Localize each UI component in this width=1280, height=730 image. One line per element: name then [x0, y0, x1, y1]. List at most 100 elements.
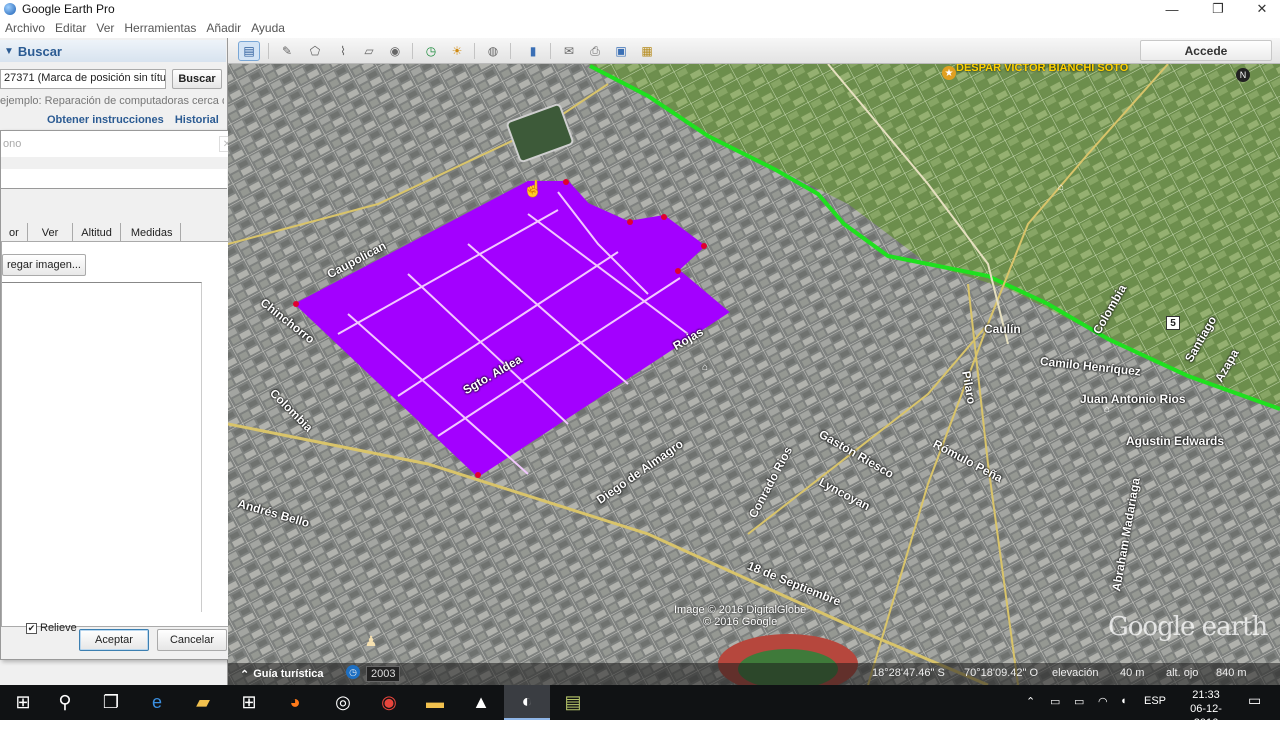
- save-image-icon[interactable]: ▣: [610, 41, 632, 61]
- toolbar-separator: [412, 43, 413, 59]
- chrome-icon[interactable]: ◉: [366, 685, 412, 720]
- tour-guide-label: Guía turística: [253, 668, 324, 680]
- map-view[interactable]: Caupolican Chinchorro Sgto. Aldea Rojas …: [228, 64, 1280, 685]
- record-tour-icon[interactable]: ◉: [384, 41, 406, 61]
- input-language[interactable]: ESP: [1144, 695, 1166, 707]
- search-button[interactable]: Buscar: [172, 69, 222, 89]
- tab-ver[interactable]: Ver: [28, 223, 74, 243]
- firefox-icon[interactable]: ◕: [272, 685, 318, 720]
- notes-icon[interactable]: ▬: [412, 685, 458, 720]
- toolbar-separator: [268, 43, 269, 59]
- tab-altitud[interactable]: Altitud: [73, 223, 121, 243]
- menu-anadir[interactable]: Añadir: [201, 21, 246, 35]
- terrain-checkbox[interactable]: ✔: [26, 622, 37, 634]
- menu-ayuda[interactable]: Ayuda: [246, 21, 290, 35]
- close-button[interactable]: ✕: [1242, 0, 1280, 18]
- maximize-button[interactable]: ❐: [1198, 0, 1238, 18]
- landmark-icon[interactable]: ⌂: [698, 360, 712, 374]
- description-pane: regar imagen...: [1, 241, 229, 627]
- historical-imagery-icon[interactable]: ◷: [346, 665, 360, 679]
- window-title: Google Earth Pro: [22, 2, 115, 16]
- search-panel-title: Buscar: [17, 43, 62, 59]
- photos-icon[interactable]: ▲: [458, 685, 504, 720]
- clock-time: 21:33: [1192, 689, 1220, 701]
- image-overlay-icon[interactable]: ▱: [358, 41, 380, 61]
- clock[interactable]: 21:33 06-12-2016: [1178, 688, 1234, 730]
- tour-guide-button[interactable]: ⌃ Guía turística: [232, 665, 332, 683]
- menu-editar[interactable]: Editar: [50, 21, 91, 35]
- history-link[interactable]: Historial: [175, 114, 219, 126]
- elevation-value: 40 m: [1120, 667, 1145, 679]
- sidebar-toggle-icon[interactable]: ▤: [238, 41, 260, 61]
- tray-icon[interactable]: ▭: [1050, 695, 1060, 708]
- menu-ver[interactable]: Ver: [91, 21, 119, 35]
- planets-icon[interactable]: ◍: [482, 41, 504, 61]
- dialog-tabs: or Ver Altitud Medidas: [1, 223, 182, 243]
- sign-in-button[interactable]: Accede: [1140, 40, 1272, 61]
- tray-icon[interactable]: ▭: [1074, 695, 1084, 708]
- collapse-triangle-icon: ▼: [4, 45, 14, 57]
- search-links: Obtener instrucciones Historial: [47, 114, 227, 126]
- pegman-icon[interactable]: ♟: [364, 633, 378, 649]
- chevron-up-icon: ⌃: [240, 668, 250, 681]
- landmark-icon[interactable]: ⌂: [1100, 402, 1114, 416]
- search-icon[interactable]: ⚲: [42, 685, 88, 720]
- edge-icon[interactable]: e: [134, 685, 180, 720]
- tab-descripcion[interactable]: or: [1, 223, 28, 243]
- elevation-label: elevación: [1052, 667, 1099, 679]
- search-input[interactable]: 27371 (Marca de posición sin título): [0, 69, 166, 89]
- route-shield: 5: [1166, 316, 1180, 330]
- ruler-icon[interactable]: ▮: [522, 41, 544, 61]
- print-icon[interactable]: ⎙: [584, 41, 606, 61]
- search-panel-header[interactable]: ▼ Buscar: [0, 40, 226, 62]
- toolbar-separator: [474, 43, 475, 59]
- toolbar-separator: [550, 43, 551, 59]
- street-label: Caulín: [984, 322, 1021, 336]
- ok-button[interactable]: Aceptar: [79, 629, 149, 651]
- add-image-button[interactable]: regar imagen...: [2, 254, 86, 276]
- file-explorer-icon[interactable]: ▰: [180, 685, 226, 720]
- action-center-icon[interactable]: ▭: [1248, 692, 1261, 709]
- store-icon[interactable]: ⊞: [226, 685, 272, 720]
- email-icon[interactable]: ✉: [558, 41, 580, 61]
- menu-bar: Archivo Editar Ver Herramientas Añadir A…: [0, 18, 1280, 38]
- media-icon[interactable]: ◎: [320, 685, 366, 720]
- name-field[interactable]: [1, 169, 227, 189]
- volume-icon[interactable]: ◖: [1120, 695, 1127, 707]
- street-label: Agustin Edwards: [1126, 434, 1225, 448]
- dialog-title: ono: [1, 131, 237, 157]
- terrain-layer[interactable]: ✔ Relieve: [26, 622, 77, 634]
- google-earth-watermark: Google earth: [1108, 612, 1268, 642]
- description-textarea[interactable]: [2, 282, 202, 612]
- windows-start-icon[interactable]: ⊞: [0, 685, 46, 720]
- poi-school-icon[interactable]: ★: [942, 66, 956, 80]
- landmark-icon[interactable]: ⌂: [1054, 180, 1068, 194]
- imagery-credit: Image © 2016 DigitalGlobe © 2016 Google: [674, 604, 806, 628]
- polygon-icon[interactable]: ⬠: [304, 41, 326, 61]
- view-in-maps-icon[interactable]: ▦: [636, 41, 658, 61]
- sticky-icon[interactable]: ▤: [550, 685, 596, 720]
- credit-line: © 2016 Google: [703, 616, 778, 628]
- google-earth-icon: [4, 3, 16, 15]
- minimize-button[interactable]: —: [1152, 0, 1192, 18]
- poi-label[interactable]: DESPAR VICTOR BIANCHI SOTO: [956, 64, 1128, 74]
- network-icon[interactable]: ◠: [1098, 695, 1108, 708]
- hand-cursor-icon: ☝: [523, 181, 543, 198]
- task-view-icon[interactable]: ❐: [88, 685, 134, 720]
- north-indicator[interactable]: N: [1236, 68, 1250, 82]
- menu-herramientas[interactable]: Herramientas: [119, 21, 201, 35]
- cancel-button[interactable]: Cancelar: [157, 629, 227, 651]
- tab-medidas[interactable]: Medidas: [121, 223, 182, 243]
- imagery-year[interactable]: 2003: [366, 666, 401, 682]
- google-earth-icon[interactable]: ◐: [504, 685, 550, 720]
- historical-imagery-icon[interactable]: ◷: [420, 41, 442, 61]
- title-bar: Google Earth Pro: [0, 0, 1280, 18]
- tray-expand-icon[interactable]: ⌃: [1026, 695, 1035, 708]
- placemark-icon[interactable]: ✎: [276, 41, 298, 61]
- sunlight-icon[interactable]: ☀: [446, 41, 468, 61]
- get-directions-link[interactable]: Obtener instrucciones: [47, 114, 164, 126]
- clock-date: 06-12-2016: [1190, 703, 1222, 729]
- path-icon[interactable]: ⌇: [332, 41, 354, 61]
- street-label: Juan Antonio Rios: [1080, 392, 1186, 406]
- menu-archivo[interactable]: Archivo: [0, 21, 50, 35]
